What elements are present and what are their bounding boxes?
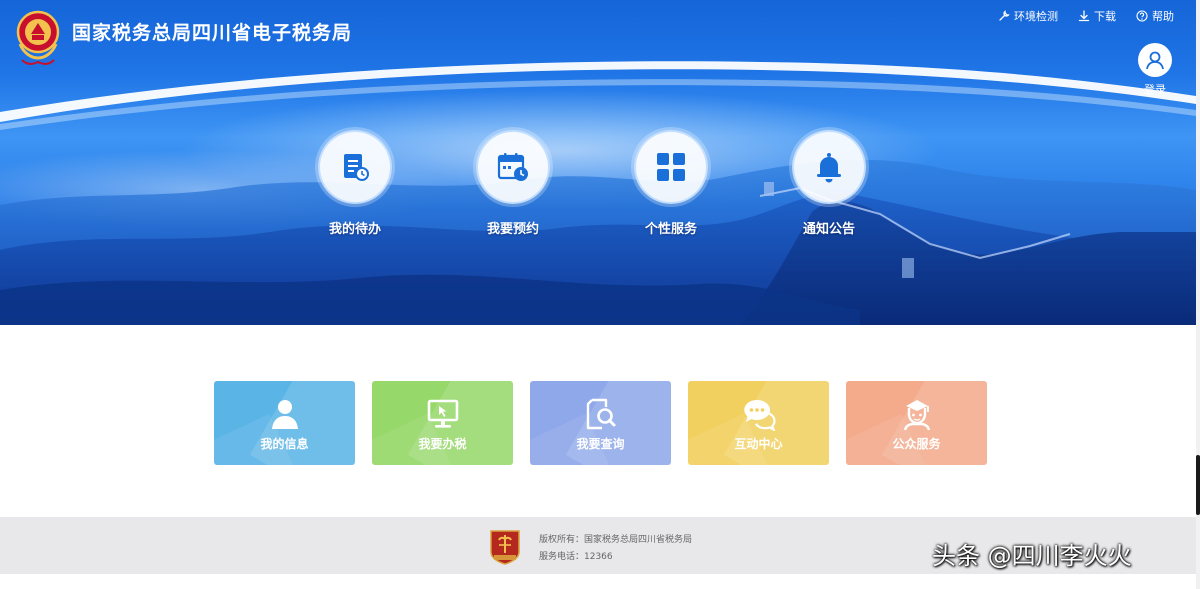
watermark: 头条 @四川李火火 (932, 542, 1132, 570)
environment-check-link[interactable]: 环境检测 (998, 8, 1058, 24)
quick-nav: 我的待办 我要预约 个性服务 通知公告 (318, 130, 950, 237)
help-link[interactable]: 帮助 (1136, 8, 1174, 24)
tax-bureau-emblem-icon (16, 10, 60, 65)
site-title: 国家税务总局四川省电子税务局 (72, 22, 353, 44)
card-label: 公众服务 (892, 437, 941, 451)
help-label: 帮助 (1152, 10, 1174, 23)
login-label: 登录 (1144, 83, 1166, 96)
footer-phone: 服务电话：12366 (539, 552, 613, 562)
quick-nav-circle (318, 130, 392, 204)
card-label: 互动中心 (734, 437, 783, 451)
search-document-icon (586, 398, 615, 430)
user-avatar-icon (1146, 51, 1164, 70)
download-label: 下载 (1094, 10, 1116, 23)
card-public-service[interactable]: 公众服务 (846, 381, 987, 465)
quick-nav-notice[interactable]: 通知公告 (792, 130, 950, 237)
card-label: 我要办税 (418, 437, 467, 451)
card-label: 我要查询 (576, 437, 625, 451)
top-links: 环境检测 下载 帮助 (998, 8, 1174, 24)
calendar-clock-icon (497, 153, 528, 181)
help-icon (1136, 10, 1148, 22)
quick-nav-label: 个性服务 (644, 222, 697, 237)
scrollbar-thumb[interactable] (1196, 455, 1200, 515)
card-file-tax[interactable]: 我要办税 (372, 381, 513, 465)
monitor-icon (427, 399, 458, 428)
wrench-icon (999, 10, 1010, 21)
quick-nav-circle (634, 130, 708, 204)
quick-nav-circle (792, 130, 866, 204)
card-my-info[interactable]: 我的信息 (214, 381, 355, 465)
service-person-icon (903, 400, 930, 431)
hero-banner: 国家税务总局四川省电子税务局 环境检测 下载 帮助 登录 我的待办 我要预约 个… (0, 0, 1196, 325)
footer-info: 版权所有：国家税务总局四川省税务局 服务电话：12366 (539, 532, 692, 566)
grid-apps-icon (657, 153, 685, 181)
download-link[interactable]: 下载 (1078, 8, 1116, 24)
quick-nav-label: 我要预约 (486, 222, 539, 237)
login-button[interactable]: 登录 (1137, 43, 1173, 97)
quick-nav-label: 通知公告 (802, 222, 855, 237)
todo-list-icon (344, 154, 369, 181)
quick-nav-label: 我的待办 (328, 222, 381, 237)
environment-check-label: 环境检测 (1014, 10, 1058, 23)
footer-emblem-icon (490, 530, 520, 565)
quick-nav-my-todo[interactable]: 我的待办 (318, 130, 476, 237)
card-query[interactable]: 我要查询 (530, 381, 671, 465)
quick-nav-circle (476, 130, 550, 204)
download-icon (1078, 10, 1090, 22)
footer-copyright: 版权所有：国家税务总局四川省税务局 (539, 535, 693, 545)
page: 国家税务总局四川省电子税务局 环境检测 下载 帮助 登录 我的待办 我要预约 个… (0, 0, 1200, 589)
scrollbar-track[interactable] (1196, 0, 1200, 589)
card-interaction-center[interactable]: 互动中心 (688, 381, 829, 465)
avatar (1138, 43, 1172, 77)
user-icon (271, 400, 298, 429)
bell-icon (817, 153, 841, 183)
chat-bubbles-icon (743, 400, 776, 431)
service-cards: 我的信息 我要办税 我要查询 互动中心 公众服务 (214, 381, 987, 465)
quick-nav-appointment[interactable]: 我要预约 (476, 130, 634, 237)
quick-nav-personal-service[interactable]: 个性服务 (634, 130, 792, 237)
card-label: 我的信息 (260, 437, 309, 451)
